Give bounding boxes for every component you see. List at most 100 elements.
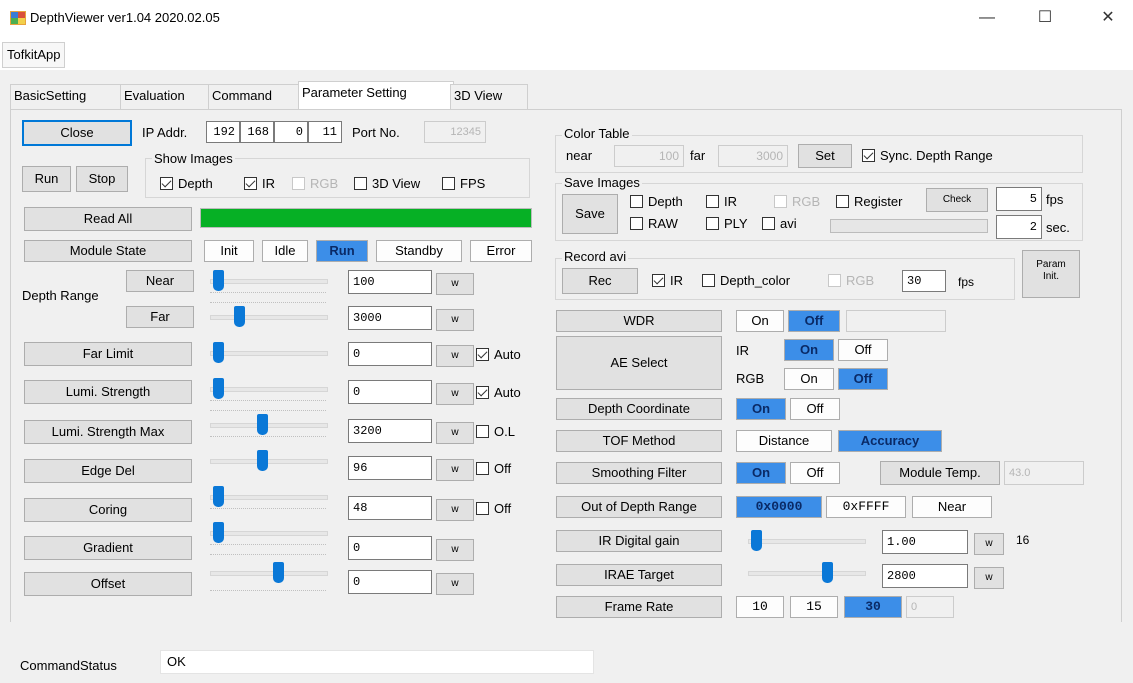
edge-off-checkbox[interactable] — [476, 462, 489, 475]
slider-thumb[interactable] — [273, 562, 284, 583]
near-write-button[interactable]: w — [436, 273, 474, 295]
smoothing-off-button[interactable]: Off — [790, 462, 840, 484]
lumi-strength-max-write-button[interactable]: w — [436, 422, 474, 444]
tab-parameter-setting[interactable]: Parameter Setting — [298, 81, 454, 110]
ir-digital-gain-button[interactable]: IR Digital gain — [556, 530, 722, 552]
irae-target-button[interactable]: IRAE Target — [556, 564, 722, 586]
far-value-field[interactable]: 3000 — [348, 306, 432, 330]
depth-coord-on-button[interactable]: On — [736, 398, 786, 420]
rec-rgb-checkbox[interactable] — [828, 274, 841, 287]
ae-ir-off-button[interactable]: Off — [838, 339, 888, 361]
ct-far-field[interactable]: 3000 — [718, 145, 788, 167]
coring-write-button[interactable]: w — [436, 499, 474, 521]
frame-rate-15-button[interactable]: 15 — [790, 596, 838, 618]
far-limit-button[interactable]: Far Limit — [24, 342, 192, 366]
ood-near-button[interactable]: Near — [912, 496, 992, 518]
lumi-strength-write-button[interactable]: w — [436, 383, 474, 405]
close-button[interactable]: Close — [22, 120, 132, 146]
slider-thumb[interactable] — [234, 306, 246, 327]
wdr-on-button[interactable]: On — [736, 310, 784, 332]
read-all-button[interactable]: Read All — [24, 207, 192, 231]
lumi-strength-max-button[interactable]: Lumi. Strength Max — [24, 420, 192, 444]
slider-thumb[interactable] — [751, 530, 763, 551]
tof-accuracy-button[interactable]: Accuracy — [838, 430, 942, 452]
wdr-button[interactable]: WDR — [556, 310, 722, 332]
offset-write-button[interactable]: w — [436, 573, 474, 595]
slider-thumb[interactable] — [213, 270, 225, 291]
lumi-auto-checkbox[interactable] — [476, 386, 489, 399]
ood-0x0000-button[interactable]: 0x0000 — [736, 496, 822, 518]
ct-near-field[interactable]: 100 — [614, 145, 684, 167]
far-limit-auto-checkbox[interactable] — [476, 348, 489, 361]
param-init-button[interactable]: Param Init. — [1022, 250, 1080, 298]
depth-coord-off-button[interactable]: Off — [790, 398, 840, 420]
slider-thumb[interactable] — [213, 378, 225, 399]
save-ply-checkbox[interactable] — [706, 217, 719, 230]
ip-octet-3[interactable]: 0 — [274, 121, 308, 143]
show-fps-checkbox[interactable] — [442, 177, 455, 190]
ood-0xffff-button[interactable]: 0xFFFF — [826, 496, 906, 518]
slider-thumb[interactable] — [213, 486, 225, 507]
frame-rate-button[interactable]: Frame Rate — [556, 596, 722, 618]
ir-gain-value-field[interactable]: 1.00 — [882, 530, 968, 554]
offset-value-field[interactable]: 0 — [348, 570, 432, 594]
lumi-strength-button[interactable]: Lumi. Strength — [24, 380, 192, 404]
near-slider[interactable] — [206, 268, 334, 298]
rec-ir-checkbox[interactable] — [652, 274, 665, 287]
irae-target-slider[interactable] — [744, 560, 872, 590]
save-avi-checkbox[interactable] — [762, 217, 775, 230]
state-run-button[interactable]: Run — [316, 240, 368, 262]
stop-button[interactable]: Stop — [76, 166, 128, 192]
state-init-button[interactable]: Init — [204, 240, 254, 262]
lumi-strength-max-value-field[interactable]: 3200 — [348, 419, 432, 443]
far-slider[interactable] — [206, 302, 334, 334]
ol-checkbox[interactable] — [476, 425, 489, 438]
frame-rate-30-button[interactable]: 30 — [844, 596, 902, 618]
lumi-strength-slider[interactable] — [206, 376, 334, 406]
far-button[interactable]: Far — [126, 306, 194, 328]
tab-evaluation[interactable]: Evaluation — [120, 84, 212, 109]
irae-value-field[interactable]: 2800 — [882, 564, 968, 588]
edge-del-value-field[interactable]: 96 — [348, 456, 432, 480]
show-depth-checkbox[interactable] — [160, 177, 173, 190]
ct-set-button[interactable]: Set — [798, 144, 852, 168]
tof-distance-button[interactable]: Distance — [736, 430, 832, 452]
slider-thumb[interactable] — [213, 522, 225, 543]
near-value-field[interactable]: 100 — [348, 270, 432, 294]
coring-off-checkbox[interactable] — [476, 502, 489, 515]
port-field[interactable]: 12345 — [424, 121, 486, 143]
ae-rgb-on-button[interactable]: On — [784, 368, 834, 390]
slider-thumb[interactable] — [257, 414, 269, 435]
show-3dview-checkbox[interactable] — [354, 177, 367, 190]
show-rgb-checkbox[interactable] — [292, 177, 305, 190]
ae-ir-on-button[interactable]: On — [784, 339, 834, 361]
save-register-checkbox[interactable] — [836, 195, 849, 208]
save-rgb-checkbox[interactable] — [774, 195, 787, 208]
gradient-button[interactable]: Gradient — [24, 536, 192, 560]
tab-basicsetting[interactable]: BasicSetting — [10, 84, 122, 109]
offset-slider[interactable] — [206, 554, 334, 596]
far-write-button[interactable]: w — [436, 309, 474, 331]
save-raw-checkbox[interactable] — [630, 217, 643, 230]
edge-del-write-button[interactable]: w — [436, 459, 474, 481]
ae-rgb-off-button[interactable]: Off — [838, 368, 888, 390]
gradient-write-button[interactable]: w — [436, 539, 474, 561]
ir-gain-write-button[interactable]: w — [974, 533, 1004, 555]
slider-thumb[interactable] — [213, 342, 225, 363]
check-button[interactable]: Check — [926, 188, 988, 212]
ae-select-button[interactable]: AE Select — [556, 336, 722, 390]
show-ir-checkbox[interactable] — [244, 177, 257, 190]
wdr-off-button[interactable]: Off — [788, 310, 840, 332]
tab-command[interactable]: Command — [208, 84, 300, 109]
smoothing-on-button[interactable]: On — [736, 462, 786, 484]
lumi-strength-max-slider[interactable] — [206, 410, 334, 442]
lumi-strength-value-field[interactable]: 0 — [348, 380, 432, 404]
module-temp-button[interactable]: Module Temp. — [880, 461, 1000, 485]
coring-slider[interactable] — [206, 484, 334, 514]
ip-octet-1[interactable]: 192 — [206, 121, 240, 143]
slider-thumb[interactable] — [821, 562, 833, 583]
save-fps-field[interactable]: 5 — [996, 187, 1042, 211]
ip-octet-2[interactable]: 168 — [240, 121, 274, 143]
save-button[interactable]: Save — [562, 194, 618, 234]
save-sec-field[interactable]: 2 — [996, 215, 1042, 239]
